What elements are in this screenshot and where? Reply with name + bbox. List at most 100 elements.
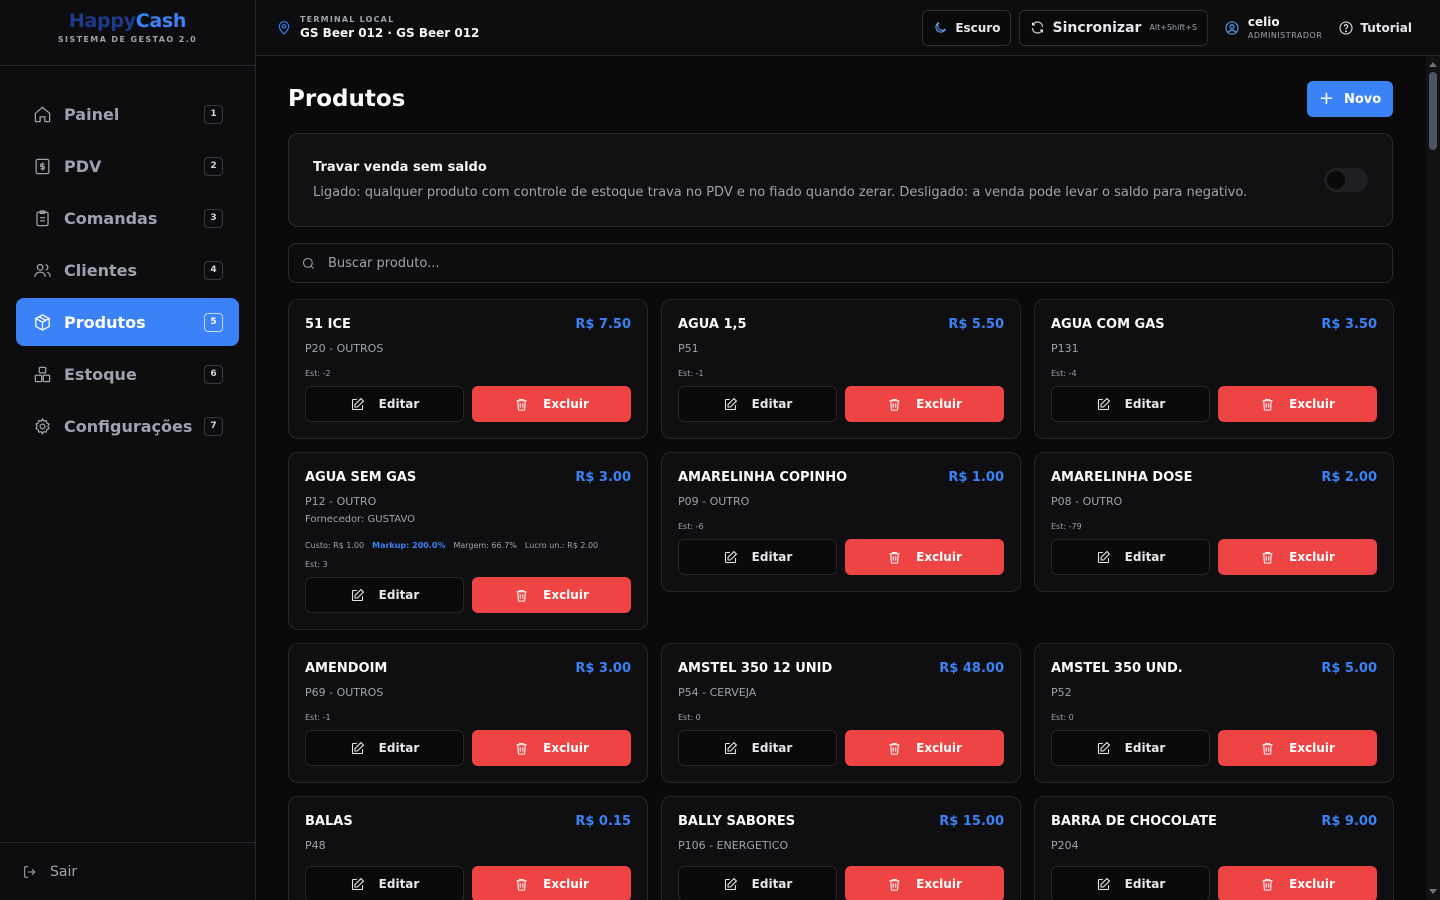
delete-button[interactable]: Excluir (472, 866, 631, 900)
user-circle-icon (1225, 20, 1239, 35)
shortcut-badge: 4 (204, 260, 223, 280)
product-card: BALLY SABORES R$ 15.00 P106 - ENERGETICO Ed… (661, 796, 1021, 900)
main-content: Produtos + Novo Travar venda sem saldo L… (256, 56, 1426, 900)
edit-button[interactable]: Editar (1051, 386, 1210, 422)
shortcut-badge: 3 (204, 208, 223, 228)
tutorial-label: Tutorial (1360, 20, 1412, 35)
new-product-button[interactable]: + Novo (1307, 81, 1393, 117)
product-name: 51 ICE (305, 317, 351, 332)
edit-button[interactable]: Editar (305, 386, 464, 422)
product-card: 51 ICE R$ 7.50 P20 - OUTROS Est: -2 Editar Ex… (288, 299, 648, 439)
package-icon (32, 312, 52, 332)
delete-button[interactable]: Excluir (845, 866, 1004, 900)
delete-label: Excluir (1289, 877, 1335, 891)
scroll-up-arrow[interactable] (1429, 62, 1437, 67)
product-code: P48 (305, 839, 326, 852)
delete-label: Excluir (916, 550, 962, 564)
delete-button[interactable]: Excluir (1218, 539, 1377, 575)
card-header: AGUA SEM GAS R$ 3.00 (305, 470, 631, 485)
edit-button[interactable]: Editar (305, 866, 464, 900)
edit-button[interactable]: Editar (678, 866, 837, 900)
product-card: AGUA 1,5 R$ 5.50 P51 Est: -1 Editar Excluir (661, 299, 1021, 439)
sidebar-item-produtos[interactable]: Produtos 5 (16, 298, 239, 346)
edit-button[interactable]: Editar (1051, 866, 1210, 900)
delete-button[interactable]: Excluir (845, 730, 1004, 766)
terminal-label: TERMINAL LOCAL (300, 15, 395, 24)
delete-button[interactable]: Excluir (1218, 730, 1377, 766)
user-name: celio (1247, 15, 1280, 29)
edit-button[interactable]: Editar (305, 730, 464, 766)
scrollbar-thumb[interactable] (1429, 72, 1437, 150)
delete-button[interactable]: Excluir (845, 386, 1004, 422)
sidebar-item-label: Painel (64, 104, 120, 124)
scrollbar[interactable] (1426, 56, 1440, 900)
title-bar: Produtos + Novo (288, 81, 1393, 117)
edit-label: Editar (751, 741, 793, 755)
sidebar-item-comandas[interactable]: Comandas 3 (16, 194, 239, 242)
product-price: R$ 48.00 (939, 661, 1004, 676)
edit-button[interactable]: Editar (1051, 539, 1210, 575)
card-header: BARRA DE CHOCOLATE R$ 9.00 (1051, 814, 1377, 829)
edit-icon (1097, 550, 1110, 563)
trash-icon (889, 398, 900, 411)
search-input[interactable] (328, 255, 1228, 271)
help-circle-icon (1339, 20, 1353, 35)
shortcut-badge: 1 (204, 104, 223, 124)
product-stock: Est: -2 (305, 369, 331, 378)
tutorial-button[interactable]: Tutorial (1338, 20, 1412, 36)
product-code: P52 (1051, 686, 1072, 699)
sidebar-item-label: Configurações (64, 416, 193, 436)
sidebar-item-painel[interactable]: Painel 1 (16, 90, 239, 138)
edit-icon (724, 741, 737, 754)
card-header: AGUA 1,5 R$ 5.50 (678, 317, 1004, 332)
product-price: R$ 5.00 (1321, 661, 1377, 676)
sync-shortcut: Alt+Shift+S (1149, 23, 1197, 32)
product-code: P131 (1051, 342, 1079, 355)
delete-button[interactable]: Excluir (845, 539, 1004, 575)
product-name: AMARELINHA COPINHO (678, 470, 848, 485)
delete-button[interactable]: Excluir (472, 386, 631, 422)
edit-icon (1097, 741, 1110, 754)
sidebar-item-clientes[interactable]: Clientes 4 (16, 246, 239, 294)
sidebar-item-pdv[interactable]: PDV 2 (16, 142, 239, 190)
product-stock: Est: 0 (1051, 713, 1074, 722)
product-price: R$ 2.00 (1321, 470, 1377, 485)
sidebar-item-configuracoes[interactable]: Configurações 7 (16, 402, 239, 450)
product-price: R$ 5.50 (948, 317, 1004, 332)
edit-button[interactable]: Editar (678, 730, 837, 766)
product-price: R$ 7.50 (575, 317, 631, 332)
sidebar-item-estoque[interactable]: Estoque 6 (16, 350, 239, 398)
product-metrics: Custo: R$ 1.00 Markup: 200.0% Margem: 66.7… (305, 541, 631, 550)
shortcut-badge: 7 (204, 416, 223, 436)
delete-button[interactable]: Excluir (1218, 866, 1377, 900)
product-price: R$ 15.00 (939, 814, 1004, 829)
theme-toggle-button[interactable]: Escuro (922, 9, 1012, 46)
trash-icon (516, 878, 527, 891)
user-menu[interactable]: celio ADMINISTRADOR (1224, 15, 1322, 40)
edit-button[interactable]: Editar (305, 577, 464, 613)
lock-sale-toggle[interactable] (1324, 168, 1368, 192)
edit-button[interactable]: Editar (1051, 730, 1210, 766)
product-price: R$ 1.00 (948, 470, 1004, 485)
card-actions: Editar Excluir (1051, 386, 1377, 422)
delete-button[interactable]: Excluir (1218, 386, 1377, 422)
moon-icon (935, 22, 947, 33)
product-name: AGUA 1,5 (678, 317, 747, 332)
scroll-down-arrow[interactable] (1429, 889, 1437, 894)
delete-button[interactable]: Excluir (472, 577, 631, 613)
card-header: AMARELINHA DOSE R$ 2.00 (1051, 470, 1377, 485)
edit-button[interactable]: Editar (678, 539, 837, 575)
edit-label: Editar (1124, 877, 1166, 891)
product-stock: Est: 0 (678, 713, 701, 722)
shortcut-badge: 5 (204, 312, 223, 332)
trash-icon (516, 742, 527, 755)
receipt-icon (32, 156, 52, 176)
logout-button[interactable]: Sair (0, 842, 256, 900)
delete-button[interactable]: Excluir (472, 730, 631, 766)
product-card: AMSTEL 350 12 UNID R$ 48.00 P54 - CERVEJA E… (661, 643, 1021, 783)
logo[interactable]: HappyCash (0, 10, 255, 32)
edit-button[interactable]: Editar (678, 386, 837, 422)
product-supplier: Fornecedor: GUSTAVO (305, 514, 416, 525)
edit-label: Editar (378, 741, 420, 755)
sync-button[interactable]: Sincronizar Alt+Shift+S (1019, 9, 1208, 46)
